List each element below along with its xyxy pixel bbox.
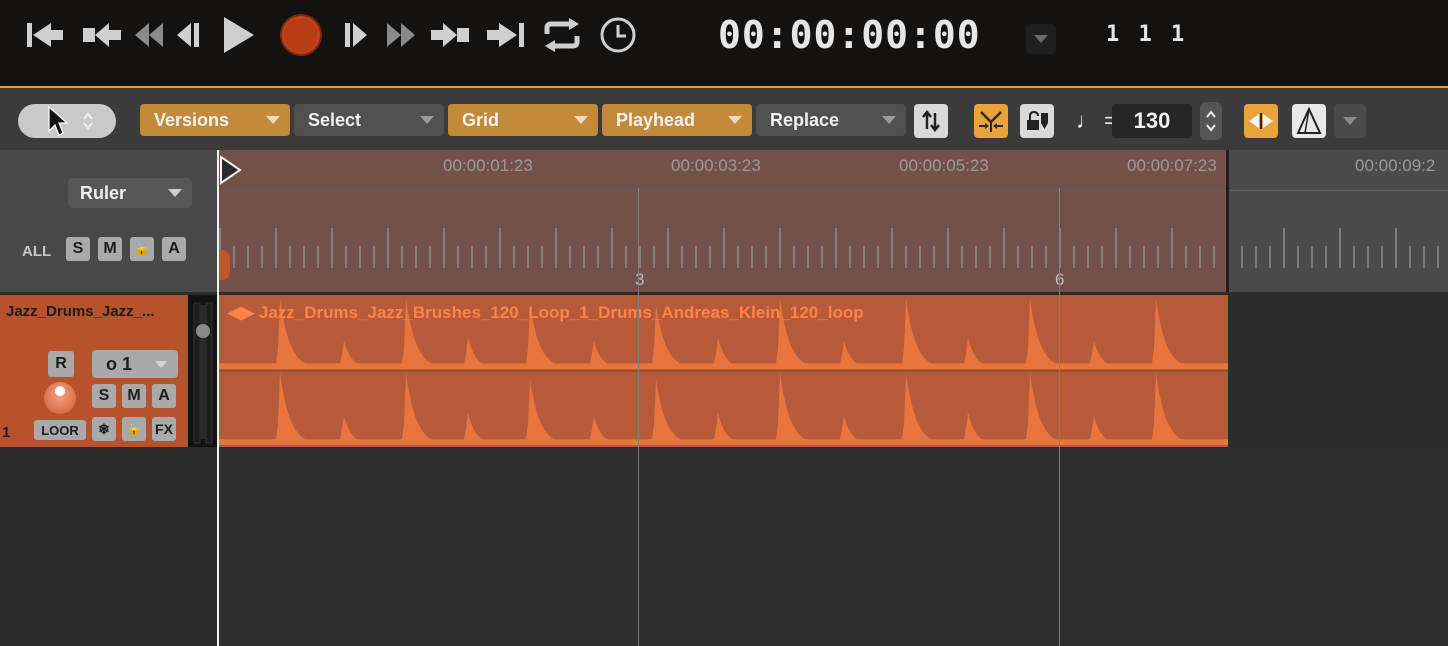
ruler-header (0, 150, 218, 292)
lock-icon (1027, 110, 1048, 130)
all-tracks-label: ALL (22, 243, 52, 260)
go-to-end-icon[interactable] (484, 14, 530, 56)
next-marker-icon[interactable] (428, 14, 474, 56)
track-automation-button[interactable]: A (152, 384, 176, 408)
ruler-time-label: 00:00:07:23 (1127, 156, 1217, 175)
previous-marker-icon[interactable] (78, 14, 124, 56)
tempo-field[interactable]: 130 (1112, 104, 1192, 138)
chevron-down-icon (728, 116, 742, 124)
ruler-ticks (219, 228, 1439, 268)
clock-icon[interactable] (598, 14, 638, 56)
all-automation-button[interactable]: A (162, 237, 186, 261)
fast-forward-icon[interactable] (384, 14, 420, 56)
output-label: o 1 (106, 353, 133, 374)
timecode-display: 00:00:00:00 (718, 13, 981, 57)
knob-indicator (55, 386, 65, 396)
empty-track-headers (0, 447, 218, 646)
playhead-dropdown[interactable]: Playhead (602, 104, 752, 136)
ruler-bar-label: 3 (635, 270, 645, 289)
versions-label: Versions (154, 109, 230, 130)
chevron-down-icon (1034, 35, 1048, 43)
chevron-down-icon (155, 361, 167, 368)
loop-record-button[interactable]: LOOR (34, 420, 86, 440)
go-to-start-icon[interactable] (22, 14, 68, 56)
ruler-time-label: 00:00:01:23 (443, 156, 533, 175)
meter-graphic (193, 302, 213, 444)
chevron-down-icon (420, 116, 434, 124)
updown-chevron-icon (1206, 110, 1216, 132)
replace-dropdown[interactable]: Replace (756, 104, 906, 136)
grid-label: Grid (462, 109, 500, 130)
cycle-start-handle[interactable] (218, 250, 230, 280)
tempo-stepper[interactable] (1200, 102, 1222, 140)
bar-line (1059, 188, 1060, 646)
tool-selector[interactable] (18, 104, 116, 138)
ruler-time-label: 00:00:05:23 (899, 156, 989, 175)
chevron-down-icon (882, 116, 896, 124)
track-lock-icon[interactable]: 🔓 (122, 417, 146, 441)
chevron-down-icon (1343, 117, 1357, 125)
track-mute-button[interactable]: M (122, 384, 146, 408)
snap-icon (979, 111, 1003, 132)
region-title: ◀▶ Jazz_Drums_Jazz_Brushes_120_Loop_1_Dr… (228, 303, 864, 322)
versions-dropdown[interactable]: Versions (140, 104, 290, 136)
track-number: 1 (2, 424, 11, 441)
ruler-mode-dropdown[interactable]: Ruler (68, 178, 192, 208)
updown-chevron-icon (83, 112, 93, 130)
bar-line (638, 188, 639, 646)
empty-tracks-area[interactable] (218, 447, 1448, 646)
chevron-down-icon (574, 116, 588, 124)
snap-to-grid-button[interactable] (974, 104, 1008, 138)
tempo-label: ♩ = (1076, 108, 1117, 133)
swap-arrows-icon (922, 109, 940, 133)
zoom-fit-button[interactable] (1244, 104, 1278, 138)
swap-arrows-button[interactable] (914, 104, 948, 138)
chevron-down-icon (168, 189, 182, 197)
playhead-line[interactable] (217, 150, 219, 646)
all-solo-button[interactable]: S (66, 237, 90, 261)
lock-button[interactable] (1020, 104, 1054, 138)
step-forward-icon[interactable] (340, 14, 372, 56)
track-name[interactable]: Jazz_Drums_Jazz_... (6, 303, 184, 320)
level-meter (188, 295, 218, 447)
volume-knob[interactable] (44, 382, 76, 414)
replace-label: Replace (770, 109, 840, 130)
chevron-down-icon (266, 116, 280, 124)
output-select[interactable]: o 1 (92, 350, 178, 378)
fx-button[interactable]: FX (152, 417, 176, 441)
bar-beat-position: 1 1 1 (1106, 22, 1185, 47)
select-dropdown[interactable]: Select (294, 104, 444, 136)
ruler-time-label: 00:00:09:2 (1355, 156, 1436, 175)
ruler-time-label: 00:00:03:23 (671, 156, 761, 175)
automation-icon (1296, 107, 1322, 134)
track-solo-button[interactable]: S (92, 384, 116, 408)
playhead-icon[interactable] (218, 152, 244, 186)
all-mute-button[interactable]: M (98, 237, 122, 261)
pointer-icon (48, 105, 69, 136)
rewind-icon[interactable] (130, 14, 166, 56)
timecode-format-dropdown[interactable] (1026, 24, 1056, 54)
horizontal-arrows-icon (1249, 113, 1273, 129)
playhead-label: Playhead (616, 109, 696, 130)
more-menu-button[interactable] (1334, 104, 1366, 138)
grid-dropdown[interactable]: Grid (448, 104, 598, 136)
cycle-end-handle[interactable] (1226, 150, 1229, 292)
all-lock-button[interactable]: 🔓 (130, 237, 154, 261)
step-back-icon[interactable] (172, 14, 204, 56)
freeze-icon[interactable]: ❄ (92, 417, 116, 441)
loop-icon[interactable] (540, 14, 584, 56)
record-arm-button[interactable]: R (48, 351, 74, 377)
record-icon[interactable] (278, 12, 324, 58)
ruler-mode-label: Ruler (80, 182, 127, 203)
select-label: Select (308, 109, 362, 130)
automation-button[interactable] (1292, 104, 1326, 138)
ruler-divider (218, 190, 1448, 191)
play-icon[interactable] (218, 10, 258, 60)
